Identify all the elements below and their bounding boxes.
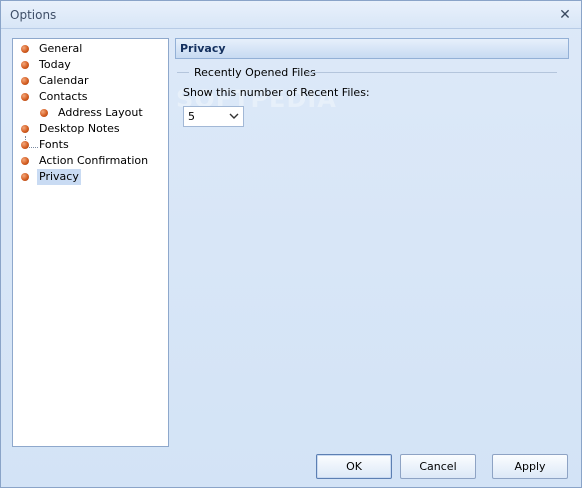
tree-item-label: Calendar	[39, 74, 89, 87]
bullet-icon	[21, 45, 29, 53]
chevron-down-icon	[229, 113, 239, 119]
recent-files-select[interactable]: 5	[183, 106, 244, 127]
apply-button[interactable]: Apply	[492, 454, 568, 479]
title-bar[interactable]: Options ✕	[1, 1, 581, 29]
bullet-icon	[21, 61, 29, 69]
bullet-icon	[21, 93, 29, 101]
bullet-icon	[21, 77, 29, 85]
recent-files-value: 5	[188, 110, 195, 123]
close-icon[interactable]: ✕	[557, 7, 573, 23]
bullet-icon	[40, 109, 48, 117]
bullet-icon	[21, 173, 29, 181]
section-title: Privacy	[180, 42, 226, 55]
tree-item-label: Privacy	[37, 169, 81, 185]
group-title: Recently Opened Files	[194, 66, 316, 79]
tree-item-label: Fonts	[39, 138, 69, 151]
group-divider	[308, 72, 557, 73]
window-title: Options	[10, 8, 57, 22]
recent-files-label: Show this number of Recent Files:	[183, 86, 370, 99]
ok-button[interactable]: OK	[316, 454, 392, 479]
section-header: Privacy	[175, 38, 569, 59]
tree-item-label: Action Confirmation	[39, 154, 149, 167]
tree-item-label: Address Layout	[58, 106, 143, 119]
tree-item-label: Desktop Notes	[39, 122, 120, 135]
cancel-button[interactable]: Cancel	[400, 454, 476, 479]
bullet-icon	[21, 125, 29, 133]
tree-item-label: Today	[39, 58, 71, 71]
bullet-icon	[21, 141, 29, 149]
options-dialog: Options ✕ General Today Calendar Contact…	[0, 0, 582, 488]
tree-item-label: General	[39, 42, 83, 55]
tree-item-label: Contacts	[39, 90, 88, 103]
options-tree[interactable]: General Today Calendar Contacts Address …	[12, 38, 169, 447]
group-divider	[177, 72, 189, 73]
bullet-icon	[21, 157, 29, 165]
